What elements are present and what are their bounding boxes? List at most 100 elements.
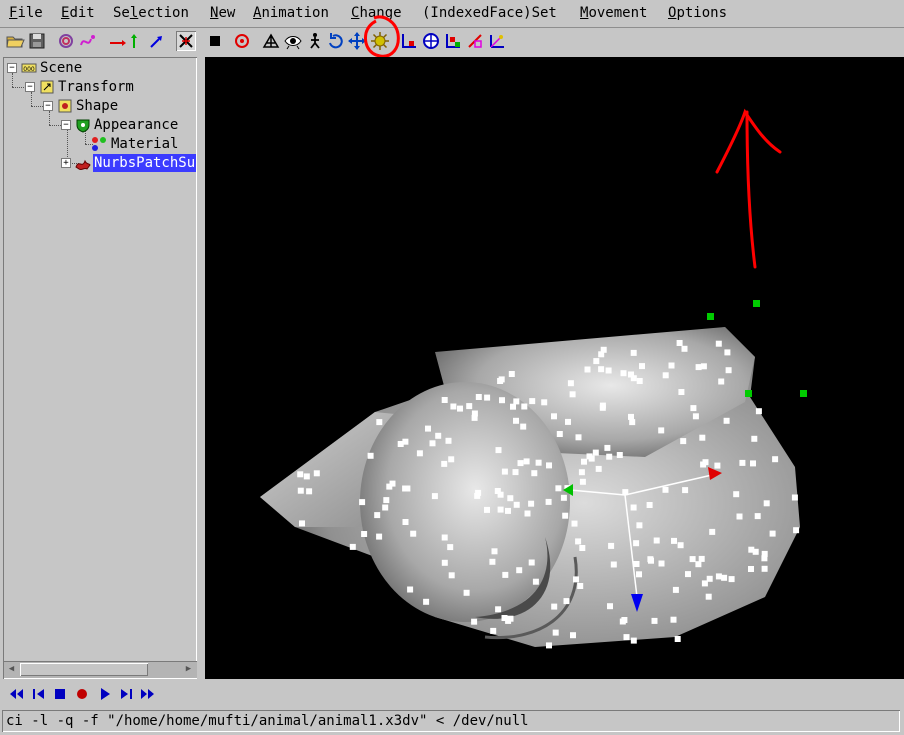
control-point[interactable] (593, 358, 600, 365)
control-point[interactable] (435, 432, 442, 439)
control-point[interactable] (376, 533, 383, 540)
control-point[interactable] (769, 530, 776, 537)
walker-icon[interactable] (305, 31, 325, 51)
control-point[interactable] (450, 403, 457, 410)
control-point[interactable] (457, 405, 463, 412)
menu-animation[interactable]: Animation (253, 4, 329, 22)
control-point[interactable] (571, 520, 578, 527)
control-point[interactable] (695, 364, 702, 371)
transform-axes-icon[interactable] (487, 31, 507, 51)
control-point[interactable] (573, 576, 579, 583)
control-point[interactable] (700, 461, 707, 468)
control-point[interactable] (507, 495, 514, 502)
control-point[interactable] (297, 487, 304, 494)
control-point[interactable] (445, 437, 452, 444)
handle-point[interactable] (745, 390, 752, 397)
control-point[interactable] (471, 618, 478, 625)
control-point[interactable] (677, 542, 684, 549)
scale-icon[interactable] (465, 31, 485, 51)
control-point[interactable] (431, 493, 438, 500)
control-point[interactable] (563, 598, 570, 605)
control-point[interactable] (748, 546, 755, 553)
control-point[interactable] (448, 456, 455, 463)
control-point[interactable] (718, 378, 725, 385)
control-point[interactable] (489, 558, 496, 565)
move-y-icon[interactable] (124, 31, 144, 51)
menu-edit[interactable]: Edit (61, 4, 95, 22)
control-point[interactable] (680, 438, 687, 445)
control-point[interactable] (763, 500, 770, 507)
control-point[interactable] (361, 531, 368, 537)
control-point[interactable] (524, 510, 531, 517)
record-icon[interactable] (73, 685, 91, 703)
control-point[interactable] (495, 447, 502, 454)
control-point[interactable] (471, 410, 478, 417)
control-point[interactable] (374, 512, 381, 519)
control-point[interactable] (551, 413, 557, 420)
control-point[interactable] (724, 349, 731, 356)
control-point[interactable] (541, 399, 548, 406)
control-point[interactable] (508, 371, 515, 377)
menu-new[interactable]: New (210, 4, 235, 22)
control-point[interactable] (662, 372, 669, 379)
control-point[interactable] (529, 398, 536, 405)
control-point[interactable] (608, 542, 615, 549)
control-point[interactable] (502, 571, 509, 578)
control-point[interactable] (520, 423, 527, 430)
control-point[interactable] (605, 367, 612, 374)
control-point[interactable] (528, 500, 535, 507)
rings-icon[interactable] (56, 31, 76, 51)
handle-point[interactable] (753, 300, 760, 307)
control-point[interactable] (658, 560, 665, 567)
control-point[interactable] (647, 556, 654, 563)
control-point[interactable] (552, 629, 559, 636)
control-point[interactable] (402, 485, 409, 492)
menu-movement[interactable]: Movement (580, 4, 647, 22)
control-point[interactable] (772, 456, 779, 463)
control-point[interactable] (714, 462, 721, 469)
control-point[interactable] (517, 460, 524, 467)
control-point[interactable] (463, 589, 470, 596)
control-point[interactable] (700, 363, 707, 370)
tree-horizontal-scrollbar[interactable]: ◀ ▶ (3, 661, 197, 678)
control-point[interactable] (429, 440, 436, 447)
control-point[interactable] (516, 567, 523, 574)
control-point[interactable] (630, 349, 637, 356)
control-point[interactable] (484, 394, 491, 401)
control-point[interactable] (495, 606, 502, 613)
control-point[interactable] (628, 413, 634, 420)
control-point[interactable] (668, 362, 675, 369)
control-point[interactable] (575, 434, 582, 441)
control-point[interactable] (501, 468, 508, 475)
control-point[interactable] (297, 471, 304, 478)
save-icon[interactable] (27, 31, 47, 51)
control-point[interactable] (497, 378, 504, 384)
control-point[interactable] (630, 375, 637, 382)
mesh-icon[interactable] (261, 31, 281, 51)
control-point[interactable] (306, 488, 313, 495)
control-point[interactable] (303, 473, 310, 480)
control-point[interactable] (690, 405, 697, 412)
open-icon[interactable] (5, 31, 25, 51)
control-point[interactable] (629, 419, 636, 426)
control-point[interactable] (577, 583, 584, 589)
expand-icon[interactable]: + (61, 158, 71, 168)
control-point[interactable] (546, 642, 552, 649)
control-point[interactable] (423, 598, 430, 605)
control-point[interactable] (501, 615, 508, 621)
control-point[interactable] (751, 435, 758, 442)
control-point[interactable] (630, 637, 637, 644)
control-point[interactable] (510, 403, 516, 410)
control-point[interactable] (535, 459, 542, 466)
control-point[interactable] (441, 559, 448, 566)
control-point[interactable] (685, 571, 691, 578)
control-point[interactable] (728, 576, 735, 583)
eye-icon[interactable] (283, 31, 303, 51)
play-icon[interactable] (96, 685, 114, 703)
control-point[interactable] (475, 489, 482, 496)
control-point[interactable] (570, 632, 576, 639)
control-point[interactable] (507, 615, 514, 622)
control-point[interactable] (382, 504, 389, 511)
control-point[interactable] (484, 506, 490, 513)
control-point[interactable] (545, 498, 552, 505)
